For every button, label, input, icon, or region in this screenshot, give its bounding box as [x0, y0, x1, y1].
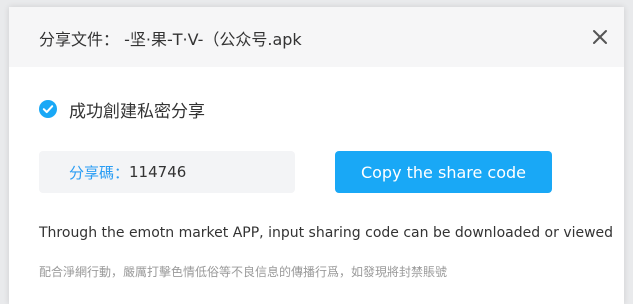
share-code-label: 分享碼：: [69, 163, 130, 182]
success-message: 成功創建私密分享: [69, 101, 205, 122]
close-button[interactable]: [590, 27, 610, 47]
close-icon: [593, 30, 607, 44]
notice-text: 配合淨網行動，嚴厲打擊色情低俗等不良信息的傳播行爲，如發現將封禁賬號: [39, 265, 448, 279]
share-code-box: 分享碼： 114746: [39, 151, 295, 193]
share-code-value[interactable]: 114746: [129, 163, 186, 181]
check-circle-icon: [39, 100, 57, 118]
dialog-header: 分享文件： -坚·果-T·V-（公众号.apk: [9, 7, 624, 67]
dialog-title: 分享文件： -坚·果-T·V-（公众号.apk: [39, 30, 302, 49]
success-row: 成功創建私密分享: [39, 98, 205, 122]
info-text: Through the emotn market APP, input shar…: [39, 225, 614, 241]
share-dialog: 分享文件： -坚·果-T·V-（公众号.apk 成功創建私密分享 分享碼： 11…: [9, 7, 624, 304]
copy-share-code-button[interactable]: Copy the share code: [335, 151, 552, 193]
